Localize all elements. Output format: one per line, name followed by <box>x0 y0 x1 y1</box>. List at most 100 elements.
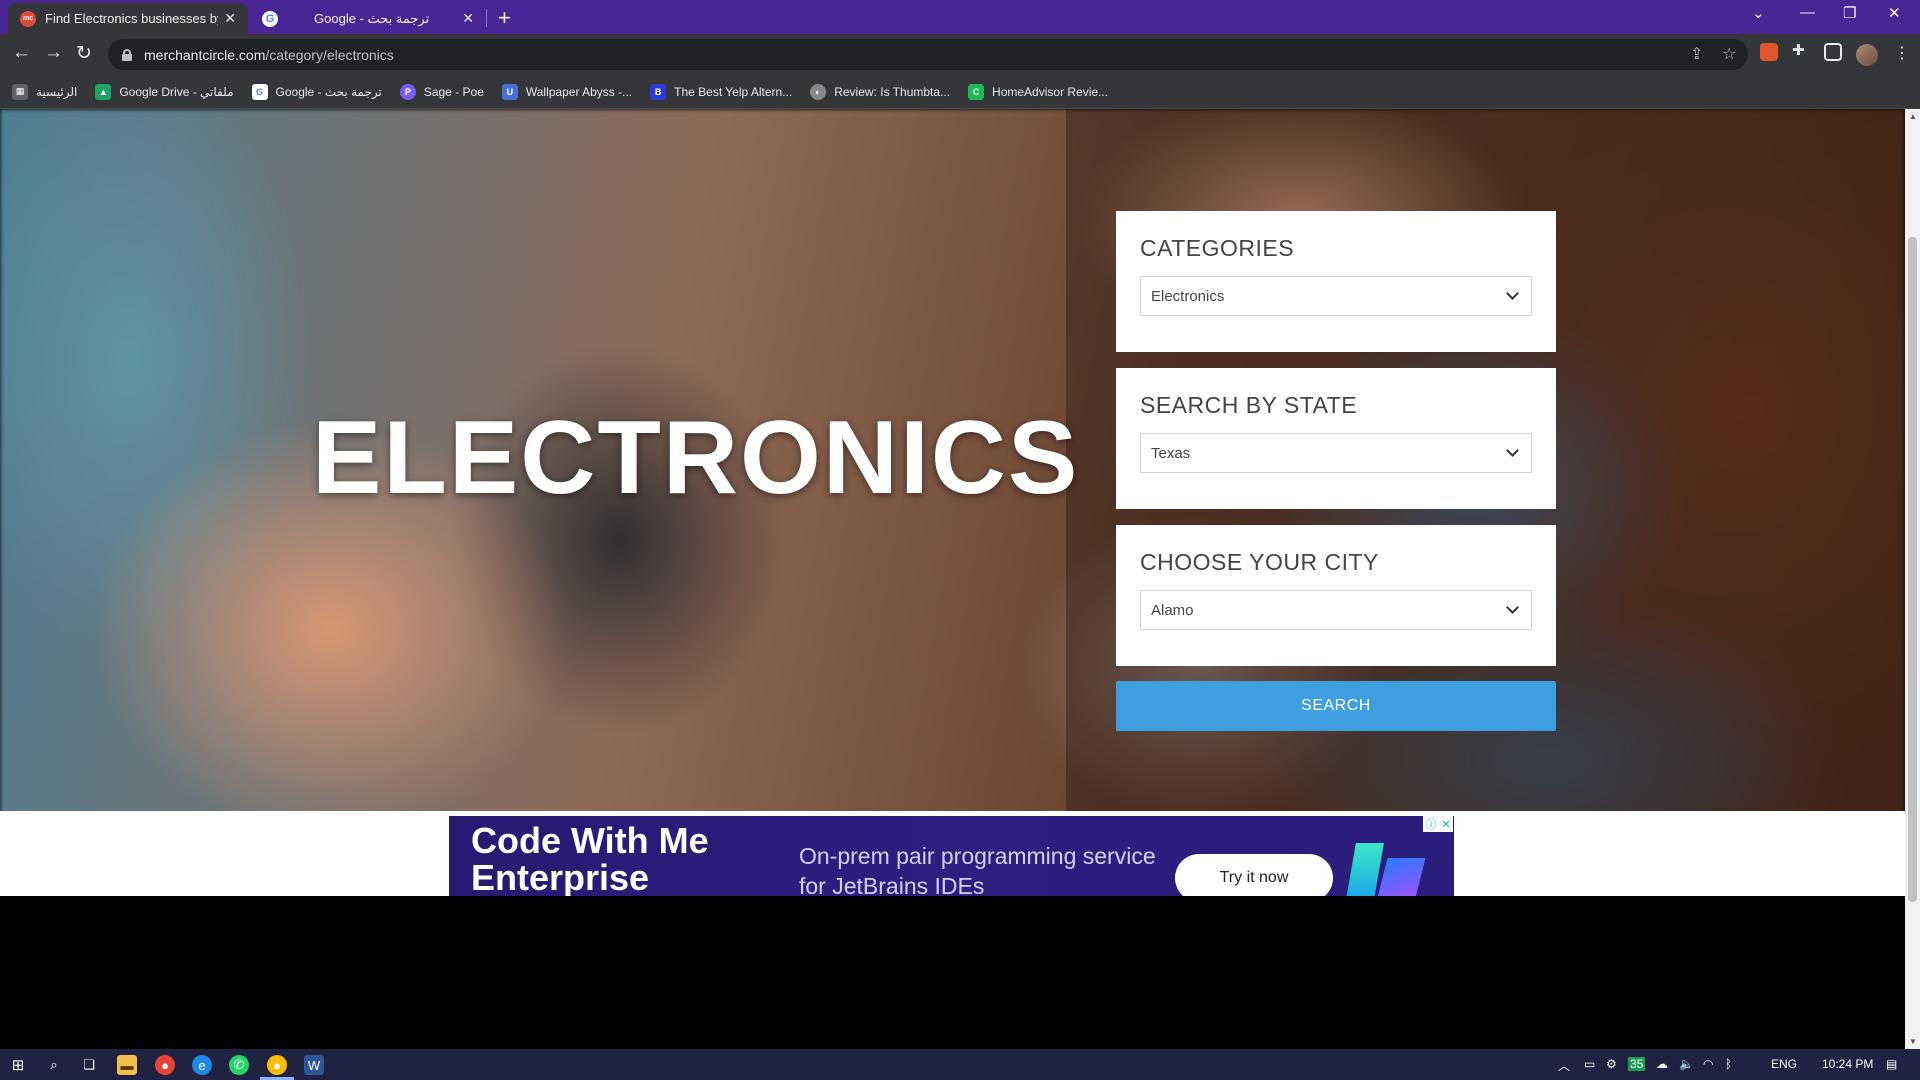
bookmark-label: Review: Is Thumbta... <box>834 84 951 99</box>
clock[interactable]: 10:24 PM <box>1822 1057 1873 1071</box>
bluetooth-icon[interactable]: ᛒ <box>1725 1057 1732 1071</box>
side-panel-icon[interactable] <box>1824 43 1842 61</box>
word-icon[interactable]: W <box>304 1055 324 1075</box>
lock-icon[interactable] <box>122 48 132 61</box>
tab-merchantcircle[interactable]: mc Find Electronics businesses by Ci ✕ <box>8 3 248 34</box>
ad-info-icon[interactable]: ⓘ <box>1425 816 1436 832</box>
chrome-icon[interactable]: ● <box>155 1055 175 1075</box>
bookmark-item[interactable]: G Google - ترجمة بحث <box>251 83 382 100</box>
edge-icon[interactable]: e <box>192 1055 212 1075</box>
ad-choices[interactable]: ⓘ ✕ <box>1423 816 1453 832</box>
search-icon[interactable]: ⌕ <box>44 1055 64 1075</box>
scroll-up-icon[interactable]: ▲ <box>1909 112 1917 121</box>
ad-headline: Code With Me Enterprise <box>471 820 709 896</box>
state-select[interactable]: Texas <box>1140 433 1532 473</box>
tab-separator <box>486 9 487 27</box>
page-scrollbar[interactable]: ▲ ▼ <box>1905 109 1920 1049</box>
chevron-down-icon <box>1506 601 1519 614</box>
url-text[interactable]: merchantcircle.com/category/electronics <box>144 47 394 63</box>
windows-start-icon[interactable]: ⊞ <box>8 1055 28 1075</box>
wifi-icon[interactable]: ◠ <box>1703 1057 1713 1071</box>
categories-label: CATEGORIES <box>1140 235 1295 261</box>
chevron-down-icon <box>1506 444 1519 457</box>
language-indicator[interactable]: ENG <box>1771 1057 1797 1071</box>
bookmark-label: الرئيسية <box>36 84 78 99</box>
bookmarks-bar: ▦ الرئيسية ▲ Google Drive - ملفاتي G Google… <box>0 75 1920 109</box>
chrome-menu-icon[interactable]: ⋮ <box>1894 43 1910 63</box>
bookmark-item[interactable]: P Sage - Poe <box>399 83 484 100</box>
jetbrains-logo-icon <box>1346 843 1384 896</box>
tray-badge-icon[interactable]: 35 <box>1628 1057 1646 1071</box>
minimize-icon[interactable]: — <box>1800 4 1815 21</box>
bookmark-label: Google - ترجمة بحث <box>275 84 382 99</box>
scrollbar-thumb[interactable] <box>1908 237 1917 902</box>
windows-taskbar: ⊞ ⌕ ❏ ▬ ● e ✆ ● W ︿ ▭ ⚙ 35 ☁ 🔈 ◠ ᛒ ENG 1… <box>0 1049 1920 1080</box>
forward-icon[interactable]: → <box>44 42 63 64</box>
close-window-icon[interactable]: ✕ <box>1888 4 1901 22</box>
chevron-down-icon <box>1506 287 1519 300</box>
share-icon[interactable]: ⇪ <box>1690 44 1703 64</box>
search-button[interactable]: SEARCH <box>1116 681 1556 731</box>
drive-icon: ▲ <box>95 83 112 100</box>
google-favicon-icon: G <box>262 10 278 27</box>
bookmark-label: Wallpaper Abyss -... <box>525 84 633 99</box>
bookmark-label: Sage - Poe <box>423 84 484 99</box>
state-label: SEARCH BY STATE <box>1140 392 1358 418</box>
close-tab-icon[interactable]: ✕ <box>224 10 236 27</box>
ad-banner[interactable]: Code With Me Enterprise On-prem pair pro… <box>449 816 1454 896</box>
close-tab-icon[interactable]: ✕ <box>462 10 474 27</box>
notifications-icon[interactable]: ▤ <box>1886 1057 1897 1071</box>
homeadvisor-icon: C <box>968 83 985 100</box>
restore-icon[interactable]: ❐ <box>1843 4 1856 22</box>
categories-panel: CATEGORIES Electronics <box>1116 211 1556 352</box>
address-bar[interactable]: merchantcircle.com/category/electronics … <box>108 39 1748 70</box>
bookmark-label: HomeAdvisor Revie... <box>992 84 1109 99</box>
city-label: CHOOSE YOUR CITY <box>1140 549 1379 575</box>
city-value: Alamo <box>1151 601 1194 619</box>
tab-search-chevron-icon[interactable]: ⌄ <box>1752 4 1765 22</box>
jetbrains-logo-icon <box>1374 858 1426 896</box>
tab-title: Google - ترجمة بحث <box>314 10 430 26</box>
browser-toolbar: ← → ↻ merchantcircle.com/category/electr… <box>0 34 1920 75</box>
bookmark-item[interactable]: B The Best Yelp Altern... <box>650 83 792 100</box>
ad-cta-button[interactable]: Try it now <box>1175 854 1333 896</box>
scroll-down-icon[interactable]: ▼ <box>1909 1037 1917 1046</box>
poe-icon: P <box>399 83 416 100</box>
bookmark-item[interactable]: U Wallpaper Abyss -... <box>501 83 633 100</box>
bookmark-item[interactable]: ▦ الرئيسية <box>12 83 78 100</box>
ad-close-icon[interactable]: ✕ <box>1441 818 1450 831</box>
extensions-puzzle-icon[interactable]: ✚ <box>1792 41 1810 59</box>
extension-icon[interactable] <box>1760 43 1778 61</box>
volume-icon[interactable]: 🔈 <box>1679 1057 1694 1071</box>
tab-strip: mc Find Electronics businesses by Ci ✕ G… <box>0 0 1920 34</box>
bookmark-item[interactable]: ◐ Review: Is Thumbta... <box>810 83 951 100</box>
profile-avatar[interactable] <box>1856 44 1878 66</box>
back-icon[interactable]: ← <box>12 42 31 64</box>
tray-chevron-icon[interactable]: ︿ <box>1558 1057 1570 1074</box>
review-icon: ◐ <box>810 83 827 100</box>
state-value: Texas <box>1151 444 1191 462</box>
task-view-icon[interactable]: ❏ <box>79 1055 99 1075</box>
ad-subtitle: On-prem pair programming service for Jet… <box>799 843 1156 896</box>
city-select[interactable]: Alamo <box>1140 590 1532 630</box>
bookmark-star-icon[interactable]: ☆ <box>1722 44 1736 64</box>
merchantcircle-favicon-icon: mc <box>20 10 36 27</box>
chrome-active-icon[interactable]: ● <box>267 1055 287 1075</box>
state-panel: SEARCH BY STATE Texas <box>1116 368 1556 509</box>
city-panel: CHOOSE YOUR CITY Alamo <box>1116 525 1556 666</box>
tray-app-icon[interactable]: ⚙ <box>1606 1057 1617 1071</box>
page-title: ELECTRONICS <box>312 400 1080 516</box>
categories-select[interactable]: Electronics <box>1140 276 1532 316</box>
file-explorer-icon[interactable]: ▬ <box>117 1055 137 1075</box>
google-icon: G <box>251 83 268 100</box>
new-tab-icon[interactable]: + <box>498 5 511 31</box>
onedrive-icon[interactable]: ☁ <box>1656 1057 1668 1071</box>
bookmark-item[interactable]: C HomeAdvisor Revie... <box>968 83 1109 100</box>
reload-icon[interactable]: ↻ <box>76 42 92 65</box>
battery-icon[interactable]: ▭ <box>1584 1057 1595 1071</box>
categories-value: Electronics <box>1151 287 1225 305</box>
url-path: /category/electronics <box>265 46 394 63</box>
tab-google-translate[interactable]: G Google - ترجمة بحث ✕ <box>250 3 486 34</box>
bookmark-item[interactable]: ▲ Google Drive - ملفاتي <box>95 83 234 100</box>
whatsapp-icon[interactable]: ✆ <box>229 1055 249 1075</box>
